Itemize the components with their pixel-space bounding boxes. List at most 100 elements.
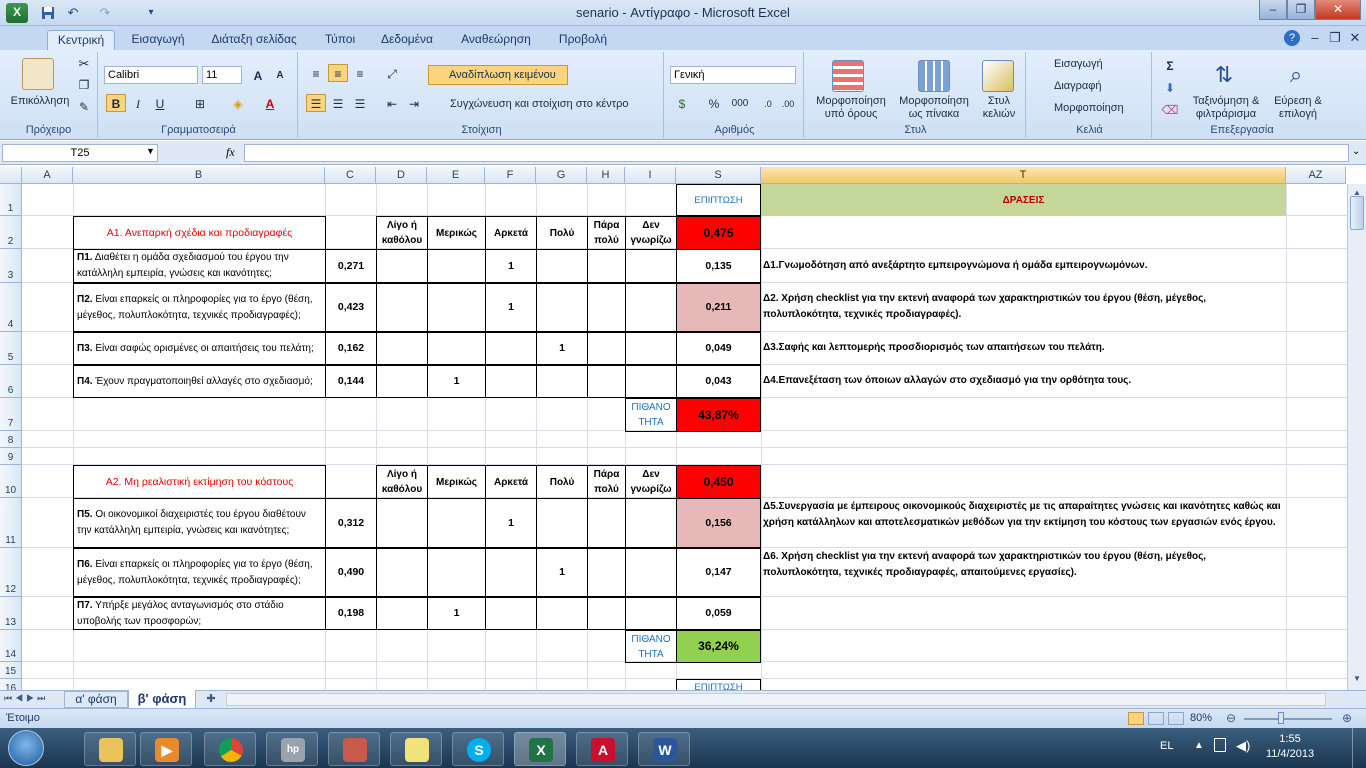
taskbar-scanner[interactable] bbox=[328, 732, 380, 766]
taskbar-chrome[interactable] bbox=[204, 732, 256, 766]
column-header-s[interactable]: S bbox=[676, 167, 761, 184]
question-cell[interactable]: Π3. Είναι σαφώς ορισμένες οι απαιτήσεις … bbox=[73, 332, 326, 365]
zoom-in-icon[interactable]: ⊕ bbox=[1342, 711, 1352, 725]
row-header[interactable]: 2 bbox=[0, 216, 22, 249]
paste-icon[interactable] bbox=[22, 58, 54, 90]
action-text[interactable]: Δ6. Χρήση checklist για την εκτενή αναφο… bbox=[763, 548, 1286, 596]
column-header-e[interactable]: E bbox=[427, 167, 485, 184]
rating-cell[interactable] bbox=[536, 498, 588, 548]
zoom-slider-thumb[interactable] bbox=[1278, 712, 1284, 724]
sheet-tab-phase-b[interactable]: β' φάση bbox=[128, 690, 196, 709]
wrap-text-button[interactable]: Αναδίπλωση κειμένου bbox=[428, 65, 568, 85]
rating-cell[interactable] bbox=[625, 283, 677, 332]
normal-view-icon[interactable] bbox=[1128, 712, 1144, 725]
probability-label[interactable]: ΠΙΘΑΝΟ ΤΗΤΑ bbox=[625, 398, 677, 432]
minimize-button[interactable]: – bbox=[1259, 0, 1287, 20]
increase-decimal-icon[interactable]: .0 bbox=[758, 94, 778, 112]
rating-cell[interactable] bbox=[625, 365, 677, 398]
taskbar-hp[interactable]: hp bbox=[266, 732, 318, 766]
start-button[interactable] bbox=[8, 730, 44, 766]
question-cell[interactable]: Π2. Είναι επαρκείς οι πληροφορίες για το… bbox=[73, 283, 326, 332]
weight-cell[interactable]: 0,423 bbox=[325, 283, 377, 332]
column-header-t[interactable]: T bbox=[761, 167, 1286, 184]
page-layout-view-icon[interactable] bbox=[1148, 712, 1164, 725]
rating-cell[interactable] bbox=[427, 332, 486, 365]
impact-value[interactable]: 0,059 bbox=[676, 597, 761, 630]
zoom-slider[interactable] bbox=[1244, 718, 1332, 720]
insert-cells-button[interactable]: Εισαγωγή bbox=[1036, 58, 1144, 70]
column-header-f[interactable]: F bbox=[485, 167, 536, 184]
scale-header-little[interactable]: Λίγο ή καθόλου bbox=[376, 465, 428, 499]
scale-header-enough[interactable]: Αρκετά bbox=[485, 465, 537, 499]
close-button[interactable]: ✕ bbox=[1315, 0, 1361, 20]
delete-cells-button[interactable]: Διαγραφή bbox=[1036, 80, 1144, 92]
rating-cell[interactable] bbox=[587, 548, 626, 597]
taskbar-excel[interactable]: X bbox=[514, 732, 566, 766]
clock-date[interactable]: 11/4/2013 bbox=[1262, 748, 1318, 760]
decrease-indent-icon[interactable]: ⇤ bbox=[382, 94, 402, 112]
rating-cell[interactable] bbox=[587, 249, 626, 283]
tray-arrow-icon[interactable]: ▲ bbox=[1194, 740, 1204, 751]
clear-icon[interactable]: ⌫ bbox=[1160, 100, 1180, 118]
row-header[interactable]: 12 bbox=[0, 548, 22, 597]
row-header[interactable]: 16 bbox=[0, 679, 22, 690]
row-header[interactable]: 5 bbox=[0, 332, 22, 365]
clock-time[interactable]: 1:55 bbox=[1262, 733, 1318, 745]
cell-styles-icon[interactable] bbox=[982, 60, 1014, 92]
rating-cell[interactable] bbox=[427, 498, 486, 548]
rating-cell[interactable] bbox=[485, 365, 537, 398]
question-cell[interactable]: Π4. Έχουν πραγματοποιηθεί αλλαγές στο σχ… bbox=[73, 365, 326, 398]
rating-cell[interactable] bbox=[427, 283, 486, 332]
format-cells-button[interactable]: Μορφοποίηση bbox=[1036, 102, 1150, 114]
insert-sheet-icon[interactable]: ✚ bbox=[200, 692, 222, 707]
rating-cell[interactable] bbox=[427, 548, 486, 597]
section-a1-probability[interactable]: 43,87% bbox=[676, 398, 761, 432]
impact-value[interactable]: 0,156 bbox=[676, 498, 761, 548]
rating-mark[interactable]: 1 bbox=[427, 597, 486, 630]
section-a1-impact[interactable]: 0,475 bbox=[676, 216, 761, 250]
currency-icon[interactable]: $ bbox=[672, 94, 692, 112]
ribbon-restore-icon[interactable]: ❐ bbox=[1326, 29, 1344, 47]
rating-cell[interactable] bbox=[587, 365, 626, 398]
taskbar-skype[interactable]: S bbox=[452, 732, 504, 766]
row-header[interactable]: 10 bbox=[0, 465, 22, 498]
decrease-decimal-icon[interactable]: .00 bbox=[778, 94, 798, 112]
rating-cell[interactable] bbox=[587, 597, 626, 630]
scale-header-little[interactable]: Λίγο ή καθόλου bbox=[376, 216, 428, 250]
scale-header-partly[interactable]: Μερικώς bbox=[427, 216, 486, 250]
align-center-icon[interactable]: ☰ bbox=[328, 94, 348, 112]
rating-cell[interactable] bbox=[587, 332, 626, 365]
row-header[interactable]: 13 bbox=[0, 597, 22, 630]
impact-header[interactable]: ΕΠΙΠΤΩΣΗ bbox=[676, 679, 761, 690]
action-text[interactable]: Δ4.Επανεξέταση των όποιων αλλαγών στο σχ… bbox=[763, 365, 1286, 397]
expand-formula-icon[interactable]: ⌄ bbox=[1352, 146, 1360, 157]
name-box-dropdown-icon[interactable]: ▼ bbox=[146, 146, 155, 156]
insert-function-button[interactable]: fx bbox=[226, 145, 235, 160]
grow-font-icon[interactable]: A bbox=[248, 66, 268, 84]
row-header[interactable]: 8 bbox=[0, 431, 22, 448]
fill-color-icon[interactable]: ◈ bbox=[228, 94, 248, 112]
align-right-icon[interactable]: ☰ bbox=[350, 94, 370, 112]
sort-filter-button[interactable]: Ταξινόμηση & φιλτράρισμα bbox=[1186, 95, 1266, 121]
formula-input[interactable] bbox=[244, 144, 1349, 162]
question-cell[interactable]: Π6. Είναι επαρκείς οι πληροφορίες για το… bbox=[73, 548, 326, 597]
row-header[interactable]: 4 bbox=[0, 283, 22, 332]
question-cell[interactable]: Π1. Διαθέτει η ομάδα σχεδιασμού του έργο… bbox=[73, 249, 326, 283]
tab-home[interactable]: Κεντρική bbox=[47, 30, 115, 50]
network-icon[interactable] bbox=[1214, 738, 1226, 752]
tab-view[interactable]: Προβολή bbox=[550, 30, 616, 50]
section-a2-probability[interactable]: 36,24% bbox=[676, 630, 761, 663]
align-left-icon[interactable]: ☰ bbox=[306, 94, 326, 112]
rating-cell[interactable] bbox=[625, 548, 677, 597]
italic-button[interactable]: I bbox=[128, 94, 148, 112]
rating-cell[interactable] bbox=[625, 332, 677, 365]
ribbon-minimize-icon[interactable]: – bbox=[1306, 29, 1324, 47]
find-select-button[interactable]: Εύρεση & επιλογή bbox=[1270, 95, 1326, 121]
font-name-select[interactable]: Calibri bbox=[104, 66, 198, 84]
sheet-nav-icon[interactable]: ⏮◀▶⏭ bbox=[4, 693, 48, 704]
rating-cell[interactable] bbox=[376, 498, 428, 548]
weight-cell[interactable]: 0,271 bbox=[325, 249, 377, 283]
worksheet-grid[interactable]: A B C D E F G H I S T AZ 1 2 3 4 5 6 7 8… bbox=[0, 167, 1366, 690]
column-header-d[interactable]: D bbox=[376, 167, 427, 184]
action-text[interactable]: Δ5.Συνεργασία με έμπειρους οικονομικούς … bbox=[763, 498, 1286, 547]
